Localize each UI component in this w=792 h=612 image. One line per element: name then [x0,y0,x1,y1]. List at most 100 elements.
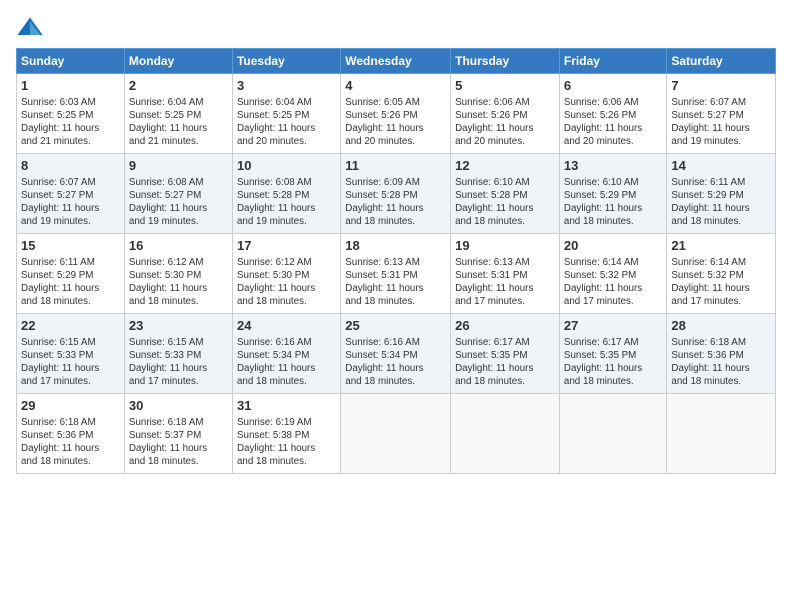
day-info: Sunrise: 6:03 AM Sunset: 5:25 PM Dayligh… [21,96,120,149]
day-info: Sunrise: 6:10 AM Sunset: 5:28 PM Dayligh… [455,176,555,229]
calendar-cell: 30Sunrise: 6:18 AM Sunset: 5:37 PM Dayli… [124,394,232,474]
calendar-cell: 21Sunrise: 6:14 AM Sunset: 5:32 PM Dayli… [667,234,776,314]
calendar-cell: 18Sunrise: 6:13 AM Sunset: 5:31 PM Dayli… [341,234,451,314]
day-info: Sunrise: 6:16 AM Sunset: 5:34 PM Dayligh… [345,336,446,389]
calendar-cell: 6Sunrise: 6:06 AM Sunset: 5:26 PM Daylig… [559,74,666,154]
day-number: 23 [129,317,228,335]
day-info: Sunrise: 6:08 AM Sunset: 5:27 PM Dayligh… [129,176,228,229]
calendar-cell [341,394,451,474]
day-number: 13 [564,157,662,175]
day-info: Sunrise: 6:17 AM Sunset: 5:35 PM Dayligh… [564,336,662,389]
day-info: Sunrise: 6:15 AM Sunset: 5:33 PM Dayligh… [21,336,120,389]
day-number: 2 [129,77,228,95]
calendar-header-saturday: Saturday [667,49,776,74]
calendar-cell: 24Sunrise: 6:16 AM Sunset: 5:34 PM Dayli… [232,314,340,394]
day-number: 30 [129,397,228,415]
calendar-cell: 29Sunrise: 6:18 AM Sunset: 5:36 PM Dayli… [17,394,125,474]
day-info: Sunrise: 6:13 AM Sunset: 5:31 PM Dayligh… [455,256,555,309]
calendar-header-row: SundayMondayTuesdayWednesdayThursdayFrid… [17,49,776,74]
day-number: 22 [21,317,120,335]
day-info: Sunrise: 6:18 AM Sunset: 5:37 PM Dayligh… [129,416,228,469]
day-number: 18 [345,237,446,255]
calendar-cell: 14Sunrise: 6:11 AM Sunset: 5:29 PM Dayli… [667,154,776,234]
calendar-cell: 25Sunrise: 6:16 AM Sunset: 5:34 PM Dayli… [341,314,451,394]
calendar-header-sunday: Sunday [17,49,125,74]
calendar-week-row: 29Sunrise: 6:18 AM Sunset: 5:36 PM Dayli… [17,394,776,474]
calendar-header-wednesday: Wednesday [341,49,451,74]
day-number: 7 [671,77,771,95]
calendar-cell: 8Sunrise: 6:07 AM Sunset: 5:27 PM Daylig… [17,154,125,234]
calendar-cell: 15Sunrise: 6:11 AM Sunset: 5:29 PM Dayli… [17,234,125,314]
calendar-cell: 5Sunrise: 6:06 AM Sunset: 5:26 PM Daylig… [451,74,560,154]
calendar-week-row: 22Sunrise: 6:15 AM Sunset: 5:33 PM Dayli… [17,314,776,394]
day-info: Sunrise: 6:18 AM Sunset: 5:36 PM Dayligh… [671,336,771,389]
day-number: 6 [564,77,662,95]
day-info: Sunrise: 6:14 AM Sunset: 5:32 PM Dayligh… [564,256,662,309]
day-number: 12 [455,157,555,175]
day-number: 25 [345,317,446,335]
calendar-cell: 16Sunrise: 6:12 AM Sunset: 5:30 PM Dayli… [124,234,232,314]
calendar-cell: 2Sunrise: 6:04 AM Sunset: 5:25 PM Daylig… [124,74,232,154]
calendar-cell: 13Sunrise: 6:10 AM Sunset: 5:29 PM Dayli… [559,154,666,234]
calendar-week-row: 1Sunrise: 6:03 AM Sunset: 5:25 PM Daylig… [17,74,776,154]
calendar: SundayMondayTuesdayWednesdayThursdayFrid… [16,48,776,474]
day-info: Sunrise: 6:06 AM Sunset: 5:26 PM Dayligh… [564,96,662,149]
day-info: Sunrise: 6:10 AM Sunset: 5:29 PM Dayligh… [564,176,662,229]
day-number: 1 [21,77,120,95]
day-number: 4 [345,77,446,95]
calendar-week-row: 8Sunrise: 6:07 AM Sunset: 5:27 PM Daylig… [17,154,776,234]
calendar-cell [667,394,776,474]
day-number: 28 [671,317,771,335]
day-info: Sunrise: 6:11 AM Sunset: 5:29 PM Dayligh… [671,176,771,229]
calendar-cell: 19Sunrise: 6:13 AM Sunset: 5:31 PM Dayli… [451,234,560,314]
calendar-cell [451,394,560,474]
day-number: 29 [21,397,120,415]
day-number: 5 [455,77,555,95]
calendar-cell: 27Sunrise: 6:17 AM Sunset: 5:35 PM Dayli… [559,314,666,394]
day-info: Sunrise: 6:13 AM Sunset: 5:31 PM Dayligh… [345,256,446,309]
day-number: 11 [345,157,446,175]
day-number: 8 [21,157,120,175]
day-number: 15 [21,237,120,255]
day-number: 27 [564,317,662,335]
calendar-cell: 9Sunrise: 6:08 AM Sunset: 5:27 PM Daylig… [124,154,232,234]
calendar-header-monday: Monday [124,49,232,74]
calendar-cell: 17Sunrise: 6:12 AM Sunset: 5:30 PM Dayli… [232,234,340,314]
calendar-cell: 1Sunrise: 6:03 AM Sunset: 5:25 PM Daylig… [17,74,125,154]
day-info: Sunrise: 6:08 AM Sunset: 5:28 PM Dayligh… [237,176,336,229]
day-info: Sunrise: 6:15 AM Sunset: 5:33 PM Dayligh… [129,336,228,389]
day-number: 26 [455,317,555,335]
calendar-cell: 10Sunrise: 6:08 AM Sunset: 5:28 PM Dayli… [232,154,340,234]
calendar-week-row: 15Sunrise: 6:11 AM Sunset: 5:29 PM Dayli… [17,234,776,314]
day-number: 19 [455,237,555,255]
day-info: Sunrise: 6:12 AM Sunset: 5:30 PM Dayligh… [129,256,228,309]
day-number: 17 [237,237,336,255]
calendar-cell: 26Sunrise: 6:17 AM Sunset: 5:35 PM Dayli… [451,314,560,394]
calendar-cell [559,394,666,474]
day-info: Sunrise: 6:04 AM Sunset: 5:25 PM Dayligh… [237,96,336,149]
logo-icon [16,14,44,42]
day-number: 9 [129,157,228,175]
day-info: Sunrise: 6:16 AM Sunset: 5:34 PM Dayligh… [237,336,336,389]
day-number: 16 [129,237,228,255]
day-info: Sunrise: 6:09 AM Sunset: 5:28 PM Dayligh… [345,176,446,229]
day-number: 24 [237,317,336,335]
calendar-cell: 20Sunrise: 6:14 AM Sunset: 5:32 PM Dayli… [559,234,666,314]
calendar-cell: 3Sunrise: 6:04 AM Sunset: 5:25 PM Daylig… [232,74,340,154]
calendar-cell: 7Sunrise: 6:07 AM Sunset: 5:27 PM Daylig… [667,74,776,154]
calendar-header-tuesday: Tuesday [232,49,340,74]
day-info: Sunrise: 6:18 AM Sunset: 5:36 PM Dayligh… [21,416,120,469]
calendar-cell: 11Sunrise: 6:09 AM Sunset: 5:28 PM Dayli… [341,154,451,234]
day-number: 10 [237,157,336,175]
day-info: Sunrise: 6:11 AM Sunset: 5:29 PM Dayligh… [21,256,120,309]
day-info: Sunrise: 6:07 AM Sunset: 5:27 PM Dayligh… [671,96,771,149]
calendar-cell: 31Sunrise: 6:19 AM Sunset: 5:38 PM Dayli… [232,394,340,474]
header [16,10,776,42]
day-info: Sunrise: 6:17 AM Sunset: 5:35 PM Dayligh… [455,336,555,389]
day-info: Sunrise: 6:06 AM Sunset: 5:26 PM Dayligh… [455,96,555,149]
day-number: 21 [671,237,771,255]
day-number: 14 [671,157,771,175]
calendar-cell: 12Sunrise: 6:10 AM Sunset: 5:28 PM Dayli… [451,154,560,234]
calendar-cell: 23Sunrise: 6:15 AM Sunset: 5:33 PM Dayli… [124,314,232,394]
calendar-cell: 22Sunrise: 6:15 AM Sunset: 5:33 PM Dayli… [17,314,125,394]
